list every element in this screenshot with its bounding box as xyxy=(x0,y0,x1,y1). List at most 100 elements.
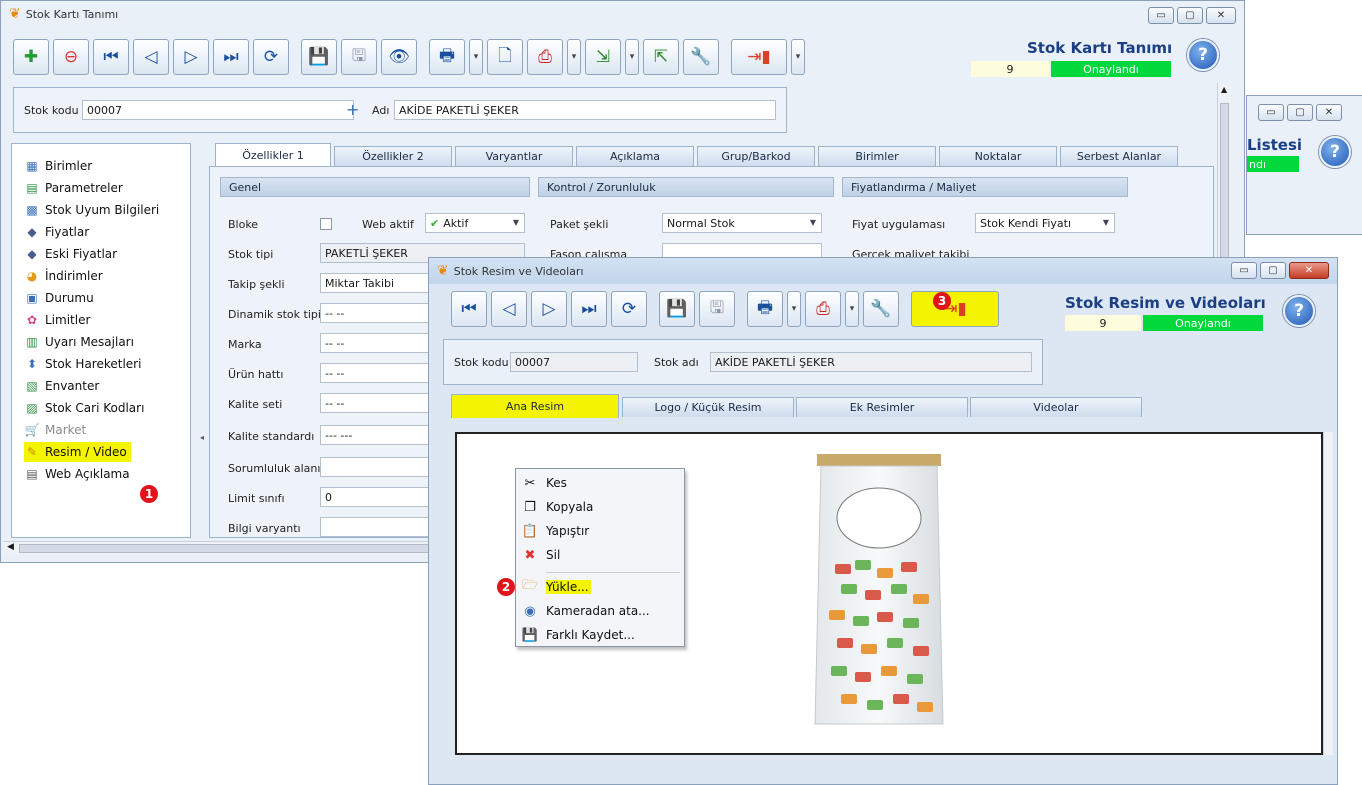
exit-dropdown-icon[interactable]: ▾ xyxy=(791,39,805,75)
help-icon[interactable]: ? xyxy=(1187,39,1219,71)
sidebar-item-fiyatlar[interactable]: ◆ Fiyatlar xyxy=(24,222,89,242)
maximize-button[interactable]: ▢ xyxy=(1260,262,1286,279)
new-record-icon[interactable]: ✚ xyxy=(13,39,49,75)
refresh-icon[interactable]: ⟳ xyxy=(253,39,289,75)
sidebar-item-envanter[interactable]: ▧ Envanter xyxy=(24,376,99,396)
save-icon[interactable]: 💾 xyxy=(301,39,337,75)
first-record-icon[interactable]: ⏮ xyxy=(451,291,487,327)
scroll-left-icon[interactable]: ◀ xyxy=(7,542,14,552)
bloke-checkbox[interactable] xyxy=(320,218,332,230)
next-record-icon[interactable]: ▷ xyxy=(531,291,567,327)
tab-ozellikler-1[interactable]: Özellikler 1 xyxy=(215,143,331,167)
stock-name-field[interactable]: AKİDE PAKETLİ ŞEKER xyxy=(710,352,1032,372)
document-icon[interactable]: 🗋 xyxy=(487,39,523,75)
close-button[interactable]: ✕ xyxy=(1289,262,1329,279)
menu-item-kopyala[interactable]: ❐ Kopyala xyxy=(518,497,682,517)
next-record-icon[interactable]: ▷ xyxy=(173,39,209,75)
menu-item-yapistir[interactable]: 📋 Yapıştır xyxy=(518,521,682,541)
import-icon[interactable]: ⇱ xyxy=(643,39,679,75)
minimize-button[interactable]: ▭ xyxy=(1231,262,1257,279)
name-input[interactable]: AKİDE PAKETLİ ŞEKER xyxy=(394,100,776,120)
sidebar-item-birimler[interactable]: ▦ Birimler xyxy=(24,156,92,176)
sidebar-item-web-aciklama[interactable]: ▤ Web Açıklama xyxy=(24,464,129,484)
hscroll-thumb[interactable] xyxy=(19,544,429,553)
window-titlebar[interactable]: ❦ Stok Resim ve Videoları xyxy=(429,258,1337,284)
tab-ana-resim[interactable]: Ana Resim xyxy=(451,394,619,418)
sidebar-item-resim-video[interactable]: ✎ Resim / Video xyxy=(24,442,131,462)
pdf-export-icon[interactable]: ⎙ xyxy=(805,291,841,327)
parameters-icon: ▤ xyxy=(26,181,38,195)
menu-item-kameradan-ata[interactable]: ◉ Kameradan ata... xyxy=(518,601,682,621)
collapse-arrow-icon[interactable]: ◂ xyxy=(200,433,204,442)
scroll-up-icon[interactable]: ▲ xyxy=(1221,85,1227,94)
tab-ek-resimler[interactable]: Ek Resimler xyxy=(796,397,968,417)
previous-record-icon[interactable]: ◁ xyxy=(133,39,169,75)
save-icon[interactable]: 💾 xyxy=(659,291,695,327)
print-dropdown-icon[interactable]: ▾ xyxy=(787,291,801,327)
preview-icon[interactable]: 👁 xyxy=(381,39,417,75)
media-vertical-scrollbar[interactable] xyxy=(1323,432,1333,755)
tab-serbest-alanlar[interactable]: Serbest Alanlar xyxy=(1060,146,1178,166)
exit-door-icon[interactable]: ⇥▮ xyxy=(911,291,999,327)
tab-birimler[interactable]: Birimler xyxy=(818,146,936,166)
tab-varyantlar[interactable]: Varyantlar xyxy=(455,146,573,166)
minimize-button[interactable]: ▭ xyxy=(1148,7,1174,24)
tab-logo-kucuk-resim[interactable]: Logo / Küçük Resim xyxy=(622,397,794,417)
stock-code-field[interactable]: 00007 xyxy=(510,352,638,372)
web-aktif-select[interactable]: ✔ Aktif ▼ xyxy=(425,213,525,233)
help-icon[interactable]: ? xyxy=(1283,295,1315,327)
menu-item-farkli-kaydet[interactable]: 💾 Farklı Kaydet... xyxy=(518,625,682,645)
sidebar-item-limitler[interactable]: ✿ Limitler xyxy=(24,310,90,330)
maximize-button[interactable]: ▢ xyxy=(1287,104,1313,121)
previous-record-icon[interactable]: ◁ xyxy=(491,291,527,327)
print-icon[interactable]: 🖶 xyxy=(429,39,465,75)
print-dropdown-icon[interactable]: ▾ xyxy=(469,39,483,75)
menu-item-yukle[interactable]: 🗁 Yükle... xyxy=(518,577,682,597)
header-title: Stok Resim ve Videoları xyxy=(1065,294,1266,312)
print-icon[interactable]: 🖶 xyxy=(747,291,783,327)
fiyat-uygulamasi-select[interactable]: Stok Kendi Fiyatı ▼ xyxy=(975,213,1115,233)
sidebar-item-indirimler[interactable]: ◕ İndirimler xyxy=(24,266,103,286)
pdf-dropdown-icon[interactable]: ▾ xyxy=(567,39,581,75)
close-button[interactable]: ✕ xyxy=(1206,7,1236,24)
minimize-button[interactable]: ▭ xyxy=(1258,104,1284,121)
sidebar-item-cari-kodlari[interactable]: ▨ Stok Cari Kodları xyxy=(24,398,144,418)
help-icon[interactable]: ? xyxy=(1319,136,1351,168)
delete-record-icon[interactable]: ⊖ xyxy=(53,39,89,75)
close-button[interactable]: ✕ xyxy=(1316,104,1342,121)
sidebar-item-stok-uyum[interactable]: ▩ Stok Uyum Bilgileri xyxy=(24,200,159,220)
refresh-icon[interactable]: ⟳ xyxy=(611,291,647,327)
tab-ozellikler-2[interactable]: Özellikler 2 xyxy=(334,146,452,166)
check-icon: ✔ xyxy=(430,216,440,230)
pdf-export-icon[interactable]: ⎙ xyxy=(527,39,563,75)
sidebar-item-durumu[interactable]: ▣ Durumu xyxy=(24,288,93,308)
save-cancel-icon[interactable]: 🖫 xyxy=(699,291,735,327)
export-icon[interactable]: ⇲ xyxy=(585,39,621,75)
add-icon[interactable]: + xyxy=(346,100,359,119)
tab-videolar[interactable]: Videolar xyxy=(970,397,1142,417)
maximize-button[interactable]: ▢ xyxy=(1177,7,1203,24)
exit-door-icon[interactable]: ⇥▮ xyxy=(731,39,787,75)
tab-aciklama[interactable]: Açıklama xyxy=(576,146,694,166)
first-record-icon[interactable]: ⏮ xyxy=(93,39,129,75)
sidebar-item-uyari[interactable]: ▥ Uyarı Mesajları xyxy=(24,332,134,352)
export-dropdown-icon[interactable]: ▾ xyxy=(625,39,639,75)
menu-item-kes[interactable]: ✂ Kes xyxy=(518,473,682,493)
window-titlebar[interactable]: ❦ Stok Kartı Tanımı xyxy=(1,1,1244,27)
pdf-dropdown-icon[interactable]: ▾ xyxy=(845,291,859,327)
discount-icon: ◕ xyxy=(26,269,38,283)
save-cancel-icon[interactable]: 🖫 xyxy=(341,39,377,75)
menu-item-sil[interactable]: ✖ Sil xyxy=(518,545,682,565)
stock-code-input[interactable]: 00007 xyxy=(82,100,354,120)
sidebar-item-market[interactable]: 🛒 Market xyxy=(24,420,87,440)
tools-icon[interactable]: 🔧 xyxy=(683,39,719,75)
tab-grup-barkod[interactable]: Grup/Barkod xyxy=(697,146,815,166)
paket-sekli-select[interactable]: Normal Stok ▼ xyxy=(662,213,822,233)
sidebar-item-parametreler[interactable]: ▤ Parametreler xyxy=(24,178,123,198)
sidebar-item-eski-fiyatlar[interactable]: ◆ Eski Fiyatlar xyxy=(24,244,117,264)
tab-noktalar[interactable]: Noktalar xyxy=(939,146,1057,166)
last-record-icon[interactable]: ⏭ xyxy=(213,39,249,75)
last-record-icon[interactable]: ⏭ xyxy=(571,291,607,327)
sidebar-item-hareketler[interactable]: ⬍ Stok Hareketleri xyxy=(24,354,141,374)
tools-icon[interactable]: 🔧 xyxy=(863,291,899,327)
